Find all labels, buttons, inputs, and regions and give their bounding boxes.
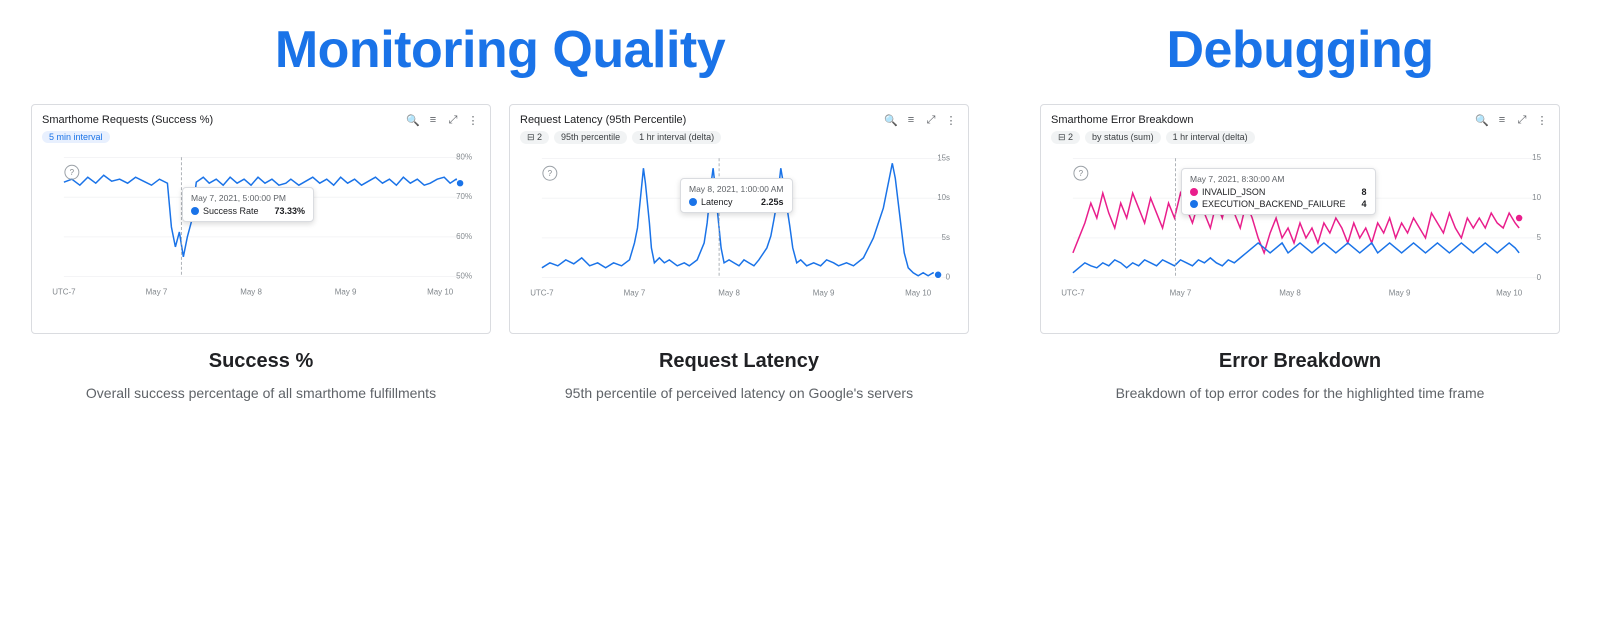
monitoring-title: Monitoring Quality	[275, 20, 725, 80]
svg-text:UTC-7: UTC-7	[530, 289, 554, 298]
error-chart-pills: ⊟ 2 by status (sum) 1 hr interval (delta…	[1051, 131, 1549, 144]
latency-chart-area: 15s 10s 5s 0 UTC-7 May 7 May 8 May 9	[520, 148, 958, 303]
search-icon[interactable]: 🔍	[406, 113, 420, 127]
svg-text:60%: 60%	[456, 232, 472, 241]
search-icon-latency[interactable]: 🔍	[884, 113, 898, 127]
svg-text:May 9: May 9	[335, 288, 357, 297]
pill-interval: 5 min interval	[42, 131, 110, 143]
expand-icon-latency[interactable]: ⤢	[924, 113, 938, 127]
latency-chart-card: Request Latency (95th Percentile) 🔍 ≡ ⤢ …	[509, 104, 969, 334]
more-icon-error[interactable]: ⋮	[1535, 113, 1549, 127]
svg-text:May 7: May 7	[624, 289, 646, 298]
svg-text:May 8: May 8	[240, 288, 262, 297]
error-chart-area: 15 10 5 0 UTC-7 May 7 May 8 May 9	[1051, 148, 1549, 303]
pill-filter-error: ⊟ 2	[1051, 131, 1080, 144]
success-chart-area: 80% 70% 60% 50% UTC-7 May 7 May 8 May	[42, 147, 480, 302]
legend-icon-error[interactable]: ≡	[1495, 113, 1509, 127]
svg-text:?: ?	[1079, 169, 1084, 178]
svg-text:May 10: May 10	[1496, 289, 1523, 298]
success-rate-chart-card: Smarthome Requests (Success %) 🔍 ≡ ⤢ ⋮ 5…	[31, 104, 491, 334]
success-caption-desc: Overall success percentage of all smarth…	[31, 383, 491, 404]
svg-text:?: ?	[70, 168, 75, 177]
pill-interval-latency: 1 hr interval (delta)	[632, 131, 721, 144]
legend-icon[interactable]: ≡	[426, 113, 440, 127]
svg-text:5: 5	[1537, 233, 1542, 242]
legend-icon-latency[interactable]: ≡	[904, 113, 918, 127]
chart-icon-group-success: 🔍 ≡ ⤢ ⋮	[406, 113, 480, 127]
expand-icon[interactable]: ⤢	[446, 113, 460, 127]
svg-text:15: 15	[1532, 153, 1541, 162]
svg-text:May 7: May 7	[1170, 289, 1192, 298]
latency-caption-desc: 95th percentile of perceived latency on …	[509, 383, 969, 404]
debugging-chart-wrapper: Smarthome Error Breakdown 🔍 ≡ ⤢ ⋮ ⊟ 2 by…	[1030, 104, 1570, 404]
svg-text:0: 0	[946, 273, 951, 282]
svg-text:May 8: May 8	[1279, 289, 1301, 298]
svg-text:?: ?	[548, 169, 553, 178]
monitoring-charts-row: Smarthome Requests (Success %) 🔍 ≡ ⤢ ⋮ 5…	[30, 104, 970, 334]
success-rate-svg: 80% 70% 60% 50% UTC-7 May 7 May 8 May	[42, 147, 480, 302]
success-chart-pills: 5 min interval	[42, 131, 480, 143]
error-chart-title: Smarthome Error Breakdown	[1051, 114, 1193, 126]
chart-header-latency: Request Latency (95th Percentile) 🔍 ≡ ⤢ …	[520, 113, 958, 127]
svg-text:0: 0	[1537, 273, 1542, 282]
success-caption: Success % Overall success percentage of …	[31, 350, 491, 404]
latency-chart-pills: ⊟ 2 95th percentile 1 hr interval (delta…	[520, 131, 958, 144]
error-svg: 15 10 5 0 UTC-7 May 7 May 8 May 9	[1051, 148, 1549, 303]
debugging-title: Debugging	[1166, 20, 1433, 80]
monitoring-captions: Success % Overall success percentage of …	[30, 350, 970, 404]
svg-text:UTC-7: UTC-7	[1061, 289, 1085, 298]
svg-text:70%: 70%	[456, 192, 472, 201]
svg-text:80%: 80%	[456, 152, 472, 161]
error-caption-desc: Breakdown of top error codes for the hig…	[1116, 383, 1485, 404]
chart-header-error: Smarthome Error Breakdown 🔍 ≡ ⤢ ⋮	[1051, 113, 1549, 127]
search-icon-error[interactable]: 🔍	[1475, 113, 1489, 127]
svg-text:UTC-7: UTC-7	[52, 288, 76, 297]
svg-text:15s: 15s	[937, 153, 950, 162]
svg-text:May 9: May 9	[813, 289, 835, 298]
latency-svg: 15s 10s 5s 0 UTC-7 May 7 May 8 May 9	[520, 148, 958, 303]
success-caption-title: Success %	[31, 350, 491, 373]
monitoring-section: Monitoring Quality Smarthome Requests (S…	[0, 0, 1000, 424]
chart-icon-group-error: 🔍 ≡ ⤢ ⋮	[1475, 113, 1549, 127]
chart-icon-group-latency: 🔍 ≡ ⤢ ⋮	[884, 113, 958, 127]
more-icon-latency[interactable]: ⋮	[944, 113, 958, 127]
chart-header-success: Smarthome Requests (Success %) 🔍 ≡ ⤢ ⋮	[42, 113, 480, 127]
svg-text:May 7: May 7	[146, 288, 168, 297]
latency-caption-title: Request Latency	[509, 350, 969, 373]
svg-text:50%: 50%	[456, 272, 472, 281]
pill-sum: by status (sum)	[1085, 131, 1161, 144]
error-breakdown-chart-card: Smarthome Error Breakdown 🔍 ≡ ⤢ ⋮ ⊟ 2 by…	[1040, 104, 1560, 334]
more-icon[interactable]: ⋮	[466, 113, 480, 127]
svg-text:May 10: May 10	[427, 288, 454, 297]
svg-text:10: 10	[1532, 193, 1541, 202]
pill-percentile: 95th percentile	[554, 131, 627, 144]
expand-icon-error[interactable]: ⤢	[1515, 113, 1529, 127]
debugging-section: Debugging Smarthome Error Breakdown 🔍 ≡ …	[1000, 0, 1600, 424]
error-caption-title: Error Breakdown	[1116, 350, 1485, 373]
svg-text:May 9: May 9	[1389, 289, 1411, 298]
pill-filter-latency: ⊟ 2	[520, 131, 549, 144]
svg-text:May 8: May 8	[718, 289, 740, 298]
error-caption: Error Breakdown Breakdown of top error c…	[1116, 350, 1485, 404]
success-chart-title: Smarthome Requests (Success %)	[42, 114, 213, 126]
latency-chart-title: Request Latency (95th Percentile)	[520, 114, 686, 126]
svg-text:5s: 5s	[942, 233, 950, 242]
svg-text:May 10: May 10	[905, 289, 932, 298]
pill-interval-error: 1 hr interval (delta)	[1166, 131, 1255, 144]
svg-text:10s: 10s	[937, 193, 950, 202]
latency-caption: Request Latency 95th percentile of perce…	[509, 350, 969, 404]
